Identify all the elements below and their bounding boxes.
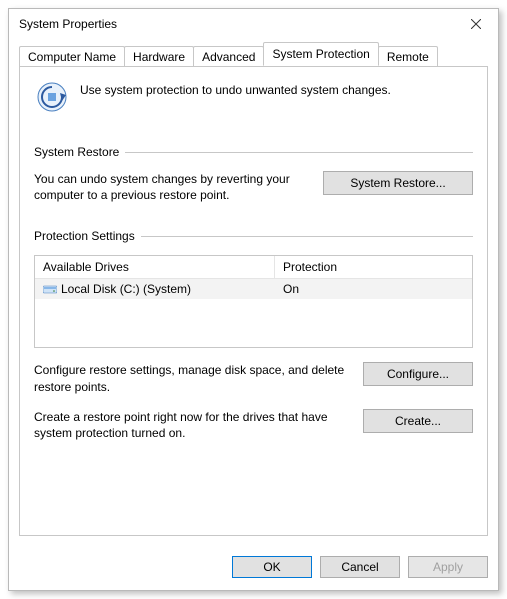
close-icon bbox=[471, 19, 481, 29]
configure-desc: Configure restore settings, manage disk … bbox=[34, 362, 349, 394]
col-available-drives[interactable]: Available Drives bbox=[35, 256, 275, 279]
content: Computer Name Hardware Advanced System P… bbox=[9, 39, 498, 546]
divider bbox=[125, 152, 473, 153]
drives-table: Available Drives Protection Loc bbox=[34, 255, 473, 348]
apply-button[interactable]: Apply bbox=[408, 556, 488, 578]
close-button[interactable] bbox=[453, 9, 498, 39]
drive-status: On bbox=[283, 282, 299, 296]
group-system-restore: System Restore You can undo system chang… bbox=[34, 145, 473, 203]
tab-remote[interactable]: Remote bbox=[378, 46, 438, 67]
intro-text: Use system protection to undo unwanted s… bbox=[80, 79, 391, 97]
divider bbox=[141, 236, 473, 237]
drives-table-body: Local Disk (C:) (System) On bbox=[35, 279, 472, 347]
tab-system-protection[interactable]: System Protection bbox=[263, 42, 378, 66]
cancel-button[interactable]: Cancel bbox=[320, 556, 400, 578]
create-button[interactable]: Create... bbox=[363, 409, 473, 433]
system-protection-icon bbox=[34, 79, 70, 115]
titlebar: System Properties bbox=[9, 9, 498, 39]
tab-advanced[interactable]: Advanced bbox=[193, 46, 264, 67]
ok-button[interactable]: OK bbox=[232, 556, 312, 578]
protection-settings-heading: Protection Settings bbox=[34, 229, 135, 243]
table-row[interactable]: Local Disk (C:) (System) On bbox=[35, 279, 472, 299]
tab-computer-name[interactable]: Computer Name bbox=[19, 46, 125, 67]
system-properties-window: System Properties Computer Name Hardware… bbox=[8, 8, 499, 591]
intro-row: Use system protection to undo unwanted s… bbox=[34, 79, 473, 115]
drive-icon bbox=[43, 283, 57, 295]
col-protection[interactable]: Protection bbox=[275, 256, 472, 279]
system-restore-button[interactable]: System Restore... bbox=[323, 171, 473, 195]
group-protection-settings: Protection Settings Available Drives Pro… bbox=[34, 229, 473, 441]
drive-name: Local Disk (C:) (System) bbox=[61, 282, 191, 296]
system-restore-desc: You can undo system changes by reverting… bbox=[34, 171, 309, 203]
window-title: System Properties bbox=[19, 17, 117, 31]
dialog-footer: OK Cancel Apply bbox=[9, 546, 498, 590]
configure-button[interactable]: Configure... bbox=[363, 362, 473, 386]
system-restore-heading: System Restore bbox=[34, 145, 119, 159]
create-desc: Create a restore point right now for the… bbox=[34, 409, 349, 441]
tabstrip: Computer Name Hardware Advanced System P… bbox=[19, 43, 488, 66]
drives-table-header: Available Drives Protection bbox=[35, 256, 472, 279]
tab-hardware[interactable]: Hardware bbox=[124, 46, 194, 67]
tab-panel-system-protection: Use system protection to undo unwanted s… bbox=[19, 66, 488, 536]
